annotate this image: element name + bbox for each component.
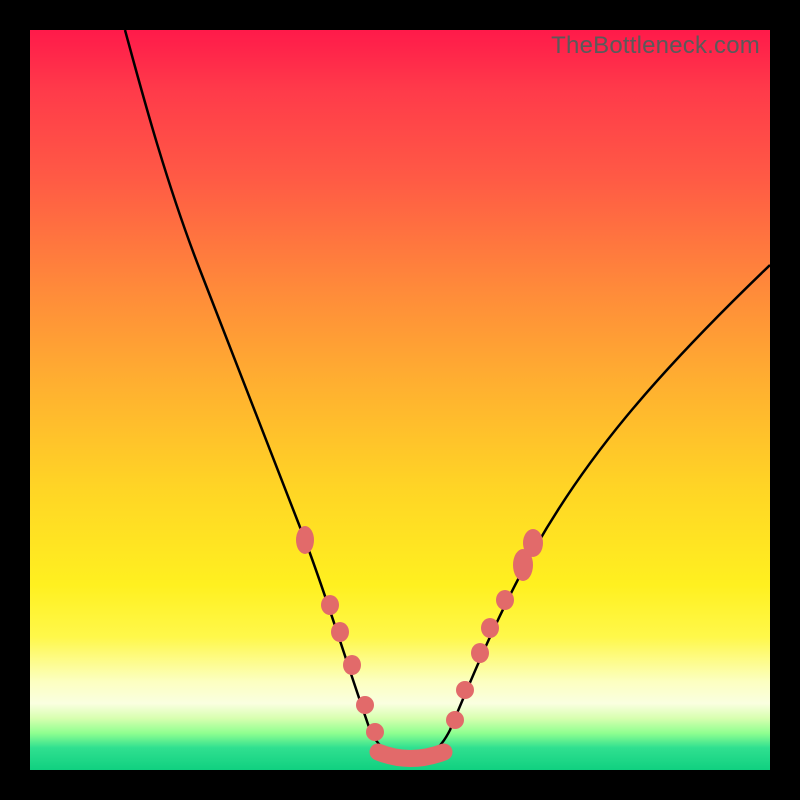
marker-dot <box>446 711 464 729</box>
chart-frame: TheBottleneck.com <box>30 30 770 770</box>
marker-dot <box>331 622 349 642</box>
marker-dot <box>481 618 499 638</box>
curve-path <box>125 30 770 760</box>
valley-band <box>378 752 444 759</box>
marker-dot <box>471 643 489 663</box>
marker-dot <box>356 696 374 714</box>
marker-dot <box>456 681 474 699</box>
bottleneck-plot <box>30 30 770 770</box>
marker-dot <box>366 723 384 741</box>
marker-dot <box>523 529 543 557</box>
marker-dot <box>321 595 339 615</box>
marker-dot <box>296 526 314 554</box>
marker-dot <box>343 655 361 675</box>
marker-dot <box>496 590 514 610</box>
